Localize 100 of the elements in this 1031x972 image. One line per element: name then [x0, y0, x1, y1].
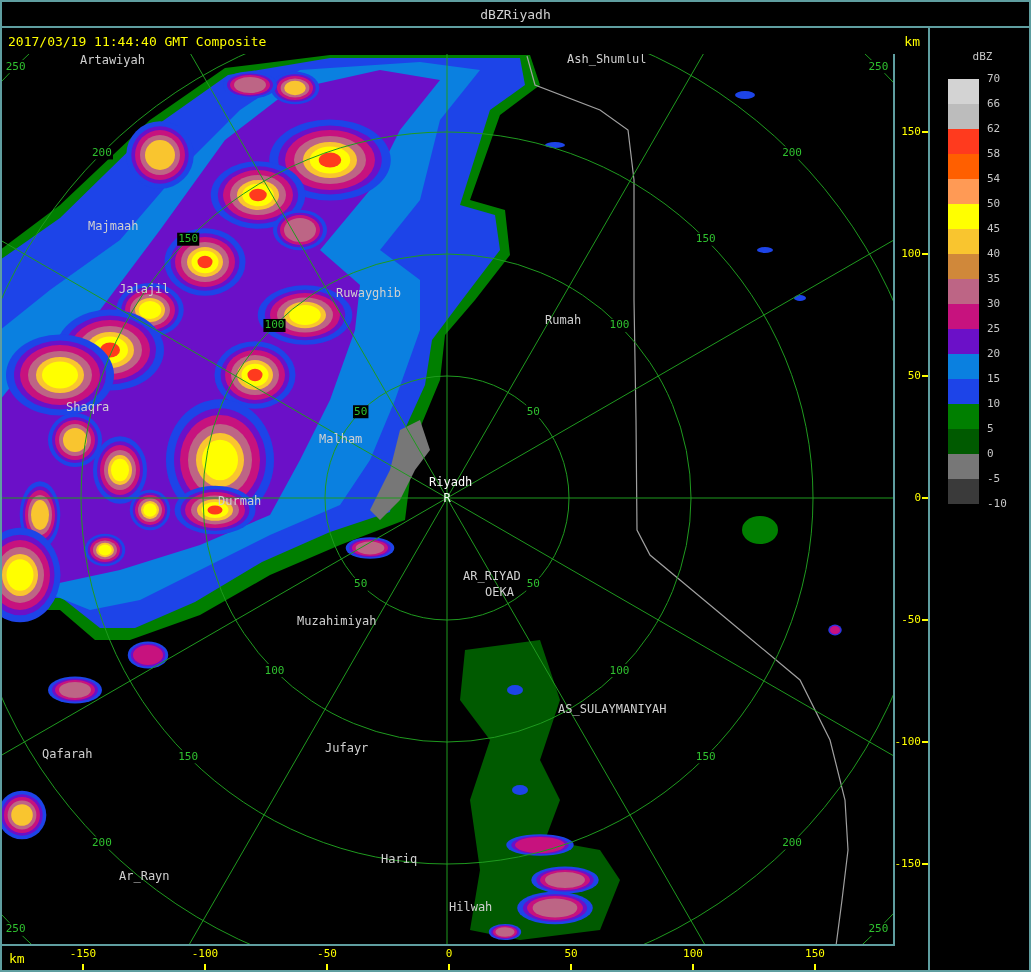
- axis-label: 100: [683, 948, 703, 960]
- axis-label: 50: [907, 370, 921, 382]
- window-title: dBZRiyadh: [480, 6, 551, 22]
- storm-cell: [127, 641, 169, 669]
- legend-label: 58: [987, 147, 1002, 162]
- axis-label: 100: [901, 248, 921, 260]
- axis-label: 150: [901, 126, 921, 138]
- axis-label: -50: [317, 948, 337, 960]
- axis-label: -50: [901, 614, 921, 626]
- storm-cell: [129, 489, 171, 531]
- legend-label: 15: [987, 372, 1002, 387]
- place-label: Muzahimiyah: [297, 614, 377, 628]
- tick-mark: [922, 253, 928, 255]
- legend-label: 10: [987, 397, 1002, 412]
- range-label: 150: [694, 232, 717, 246]
- axis-label: -100: [191, 948, 219, 960]
- tick-mark: [922, 131, 928, 133]
- echo-cell: [742, 516, 778, 544]
- place-label: Majmaah: [88, 219, 139, 233]
- echo-cell: [545, 142, 565, 148]
- site-label: Riyadh: [429, 475, 473, 489]
- place-label: Durmah: [218, 494, 262, 508]
- tick-mark: [814, 964, 816, 970]
- echo-cell: [794, 295, 806, 301]
- range-label: 50: [525, 577, 541, 591]
- range-label: 150: [177, 749, 200, 764]
- range-label: 100: [608, 318, 631, 332]
- place-label: Shaqra: [66, 400, 110, 414]
- place-label: Qafarah: [42, 747, 93, 761]
- range-label: 100: [263, 663, 286, 678]
- range-label: 50: [353, 404, 369, 419]
- axis-label: 0: [914, 492, 921, 504]
- place-label: Jufayr: [325, 741, 369, 755]
- storm-cell: [48, 676, 102, 704]
- place-label: Ash_Shumlul: [567, 54, 647, 66]
- radar-site-marker: R: [443, 491, 451, 505]
- tick-mark: [204, 964, 206, 970]
- legend-label: 20: [987, 347, 1002, 362]
- legend-label: 62: [987, 122, 1002, 137]
- axis-label: -150: [894, 858, 921, 870]
- legend-label: 35: [987, 272, 1002, 287]
- legend-label: 54: [987, 172, 1002, 187]
- unit-label: km: [904, 33, 920, 49]
- axis-label: -150: [69, 948, 97, 960]
- tick-mark: [570, 964, 572, 970]
- range-label: 200: [90, 836, 113, 850]
- place-label: Rumah: [545, 313, 582, 327]
- axis-label: 0: [445, 948, 453, 960]
- legend-label: -5: [987, 472, 1002, 487]
- range-label: 200: [781, 145, 804, 160]
- range-label: 250: [4, 59, 27, 74]
- legend-label: 5: [987, 422, 995, 437]
- range-label: 200: [781, 836, 804, 850]
- storm-cell: [531, 866, 599, 894]
- storm-cell: [93, 436, 147, 504]
- legend-label: 70: [987, 72, 1002, 87]
- axis-label: 150: [805, 948, 825, 960]
- echo-cell: [512, 785, 528, 795]
- legend-label: 25: [987, 322, 1002, 337]
- unit-label: km: [9, 951, 25, 966]
- storm-cell: [506, 834, 574, 856]
- storm-cell: [828, 624, 842, 636]
- legend-label: 30: [987, 297, 1002, 312]
- legend-label: 66: [987, 97, 1002, 112]
- storm-cell: [126, 121, 194, 189]
- storm-cell: [345, 537, 395, 559]
- storm-cell: [2, 790, 47, 840]
- storm-cell: [48, 413, 102, 467]
- tick-mark: [922, 741, 928, 743]
- storm-cell: [270, 71, 320, 105]
- legend-label: 50: [987, 197, 1002, 212]
- legend-title: dBZ: [972, 50, 993, 63]
- storm-cell: [273, 209, 327, 251]
- echo-cell: [735, 91, 755, 99]
- echo-cell: [507, 685, 523, 695]
- place-label: OEKA: [485, 585, 514, 599]
- range-label: 50: [525, 404, 541, 419]
- tick-mark: [922, 375, 928, 377]
- range-label: 250: [867, 922, 890, 936]
- place-label: Artawiyah: [80, 54, 146, 67]
- range-label: 100: [608, 663, 631, 678]
- tick-mark: [922, 497, 928, 499]
- legend-label: 45: [987, 222, 1002, 237]
- tick-mark: [922, 619, 928, 621]
- place-label: Hariq: [381, 852, 418, 866]
- place-label: Jalajil: [119, 282, 170, 296]
- tick-mark: [692, 964, 694, 970]
- legend-label: 40: [987, 247, 1002, 262]
- storm-cell: [488, 923, 522, 941]
- place-label: AR_RIYAD: [463, 569, 521, 583]
- place-label: Ar_Rayn: [119, 869, 170, 883]
- place-label: Hilwah: [449, 900, 493, 914]
- range-label: 250: [4, 922, 27, 936]
- tick-mark: [922, 863, 928, 865]
- axis-label: -100: [894, 736, 921, 748]
- tick-mark: [448, 964, 450, 970]
- timestamp-label: 2017/03/19 11:44:40 GMT Composite: [8, 33, 267, 49]
- storm-cell: [84, 533, 126, 567]
- axis-label: 50: [564, 948, 578, 960]
- place-label: AS_SULAYMANIYAH: [558, 702, 667, 716]
